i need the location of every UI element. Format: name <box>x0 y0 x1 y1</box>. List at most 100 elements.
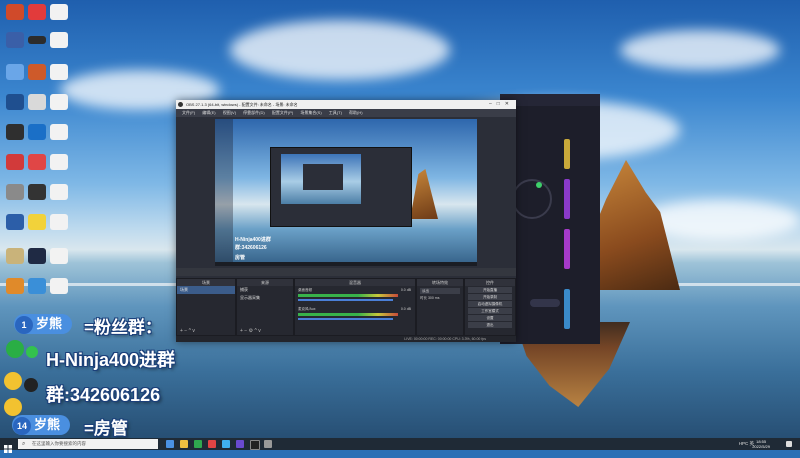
desktop-app-icon[interactable] <box>28 214 46 230</box>
level-bar <box>564 179 570 219</box>
transitions-panel: 转场特效 淡出 时长 300 ms <box>416 278 464 336</box>
desktop-app-icon[interactable] <box>6 184 24 200</box>
desktop-file-icon[interactable] <box>50 124 68 140</box>
desktop-file-icon[interactable] <box>50 214 68 230</box>
mixer-header: 混音器 <box>295 279 415 286</box>
file-explorer-icon[interactable] <box>180 440 188 448</box>
desktop-app-icon[interactable] <box>6 94 24 110</box>
mixer-track-label: 麦克风/Aux <box>298 307 316 311</box>
desktop-app-icon[interactable] <box>28 124 46 140</box>
menu-profile[interactable]: 配置文件(P) <box>272 110 293 115</box>
desktop-app-icon[interactable] <box>28 64 46 80</box>
scenes-header: 场景 <box>177 279 235 286</box>
desktop-file-icon[interactable] <box>50 64 68 80</box>
obs-icon <box>178 102 183 107</box>
desktop-app-icon[interactable] <box>6 214 24 230</box>
duration-value[interactable]: 300 ms <box>428 296 439 300</box>
menu-help[interactable]: 帮助(H) <box>349 110 363 115</box>
audio-meter <box>298 294 398 297</box>
menu-docks[interactable]: 停靠部件(D) <box>243 110 265 115</box>
desktop-file-icon[interactable] <box>50 94 68 110</box>
menu-view[interactable]: 视图(V) <box>223 110 236 115</box>
task-view-icon[interactable] <box>166 440 174 448</box>
app-icon[interactable] <box>264 440 272 448</box>
cloud <box>620 30 780 70</box>
desktop-file-icon[interactable] <box>50 32 68 48</box>
qq-icon[interactable] <box>222 440 230 448</box>
source-item[interactable]: 捕获 <box>237 286 293 294</box>
obs-window[interactable]: OBS 27.1.3 (64-bit, windows) - 配置文件: 未命名… <box>176 100 516 342</box>
start-recording-button[interactable]: 开始录制 <box>468 294 512 300</box>
source-item[interactable]: 显示器采集 <box>237 294 293 302</box>
windows-start-icon[interactable] <box>4 440 12 453</box>
desktop-file-icon[interactable] <box>50 184 68 200</box>
chrome-icon[interactable] <box>194 440 202 448</box>
scenes-panel: 场景 场景 + − ^ v <box>176 278 236 336</box>
desktop-app-icon[interactable] <box>6 248 24 264</box>
preview-rock <box>410 169 438 219</box>
overlay-line-group-number: 群:342606126 <box>46 385 161 405</box>
scene-item[interactable]: 场景 <box>177 286 235 294</box>
fan-badge: 1 岁熊 <box>14 314 73 334</box>
desktop-app-icon[interactable] <box>28 4 46 20</box>
desktop-app-icon[interactable] <box>6 32 24 48</box>
obs-menubar: 文件(F) 编辑(E) 视图(V) 停靠部件(D) 配置文件(P) 场景集合(S… <box>176 109 516 117</box>
studio-mode-button[interactable]: 工作室模式 <box>468 308 512 314</box>
record-ring-icon[interactable] <box>512 179 552 219</box>
level-bar <box>564 289 570 329</box>
mixer-track-level: 0.0 dB <box>400 307 411 311</box>
notification-icon[interactable] <box>786 441 792 447</box>
clock[interactable]: 18:55 2022/5/29 <box>752 439 770 449</box>
exit-button[interactable]: 退出 <box>468 322 512 328</box>
desktop-app-icon[interactable] <box>28 154 46 170</box>
menu-edit[interactable]: 编辑(E) <box>202 110 215 115</box>
app-icon[interactable] <box>236 440 244 448</box>
virtual-camera-button[interactable]: 启动虚拟摄像机 <box>468 301 512 307</box>
desktop-file-icon[interactable] <box>50 278 68 294</box>
scene-controls[interactable]: + − ^ v <box>180 328 195 334</box>
obs-status-bar: LIVE: 00:00:00 REC: 00:00:00 CPU: 3.3%, … <box>176 336 516 342</box>
desktop-app-icon[interactable] <box>28 94 46 110</box>
level-bar <box>564 229 570 269</box>
qq-icon <box>4 372 22 390</box>
app-icon[interactable] <box>208 440 216 448</box>
taskbar-search-input[interactable]: ⌕ 在这里输入你要搜索的内容 <box>18 439 158 449</box>
menu-scene-collection[interactable]: 场景集合(S) <box>300 110 321 115</box>
sources-header: 来源 <box>237 279 293 286</box>
controls-panel: 控件 开始直播 开始录制 启动虚拟摄像机 工作室模式 设置 退出 <box>464 278 516 336</box>
window-controls[interactable]: –□✕ <box>489 100 514 109</box>
desktop-app-icon[interactable] <box>6 124 24 140</box>
desktop-app-icon[interactable] <box>6 4 24 20</box>
desktop-app-icon[interactable] <box>6 154 24 170</box>
desktop-file-icon[interactable] <box>50 154 68 170</box>
desktop-icons <box>0 0 70 330</box>
volume-slider[interactable] <box>298 299 393 301</box>
desktop-app-icon[interactable] <box>6 64 24 80</box>
desktop-app-icon[interactable] <box>28 36 46 44</box>
duration-label: 时长 <box>420 296 427 300</box>
audio-meter <box>298 313 398 316</box>
transition-select[interactable]: 淡出 <box>420 288 460 294</box>
source-controls[interactable]: + − ⚙ ^ v <box>240 328 261 334</box>
settings-button[interactable]: 设置 <box>468 315 512 321</box>
obs-titlebar[interactable]: OBS 27.1.3 (64-bit, windows) - 配置文件: 未命名… <box>176 100 516 109</box>
desktop-app-icon[interactable] <box>28 248 46 264</box>
search-placeholder: 在这里输入你要搜索的内容 <box>32 441 86 446</box>
taskbar: ⌕ 在这里输入你要搜索的内容 HPC 英 18:55 2022/5/29 <box>0 438 800 453</box>
obs-icon[interactable] <box>250 440 260 450</box>
volume-slider[interactable] <box>298 318 393 320</box>
overlay-line-group-name: H-Ninja400进群 <box>46 350 176 370</box>
badge-level: 14 <box>13 417 31 435</box>
desktop-app-icon[interactable] <box>28 184 46 200</box>
desktop-file-icon[interactable] <box>50 248 68 264</box>
obs-preview[interactable]: H-Ninja400进群 群:342606126 房管 <box>215 119 477 266</box>
start-streaming-button[interactable]: 开始直播 <box>468 287 512 293</box>
menu-file[interactable]: 文件(F) <box>182 110 195 115</box>
menu-tools[interactable]: 工具(T) <box>329 110 342 115</box>
desktop-file-icon[interactable] <box>50 4 68 20</box>
app-button[interactable] <box>530 299 560 307</box>
search-icon: ⌕ <box>22 441 26 447</box>
desktop-app-icon[interactable] <box>28 278 46 294</box>
desktop-app-icon[interactable] <box>6 278 24 294</box>
mixer-track-level: 0.0 dB <box>400 288 411 292</box>
